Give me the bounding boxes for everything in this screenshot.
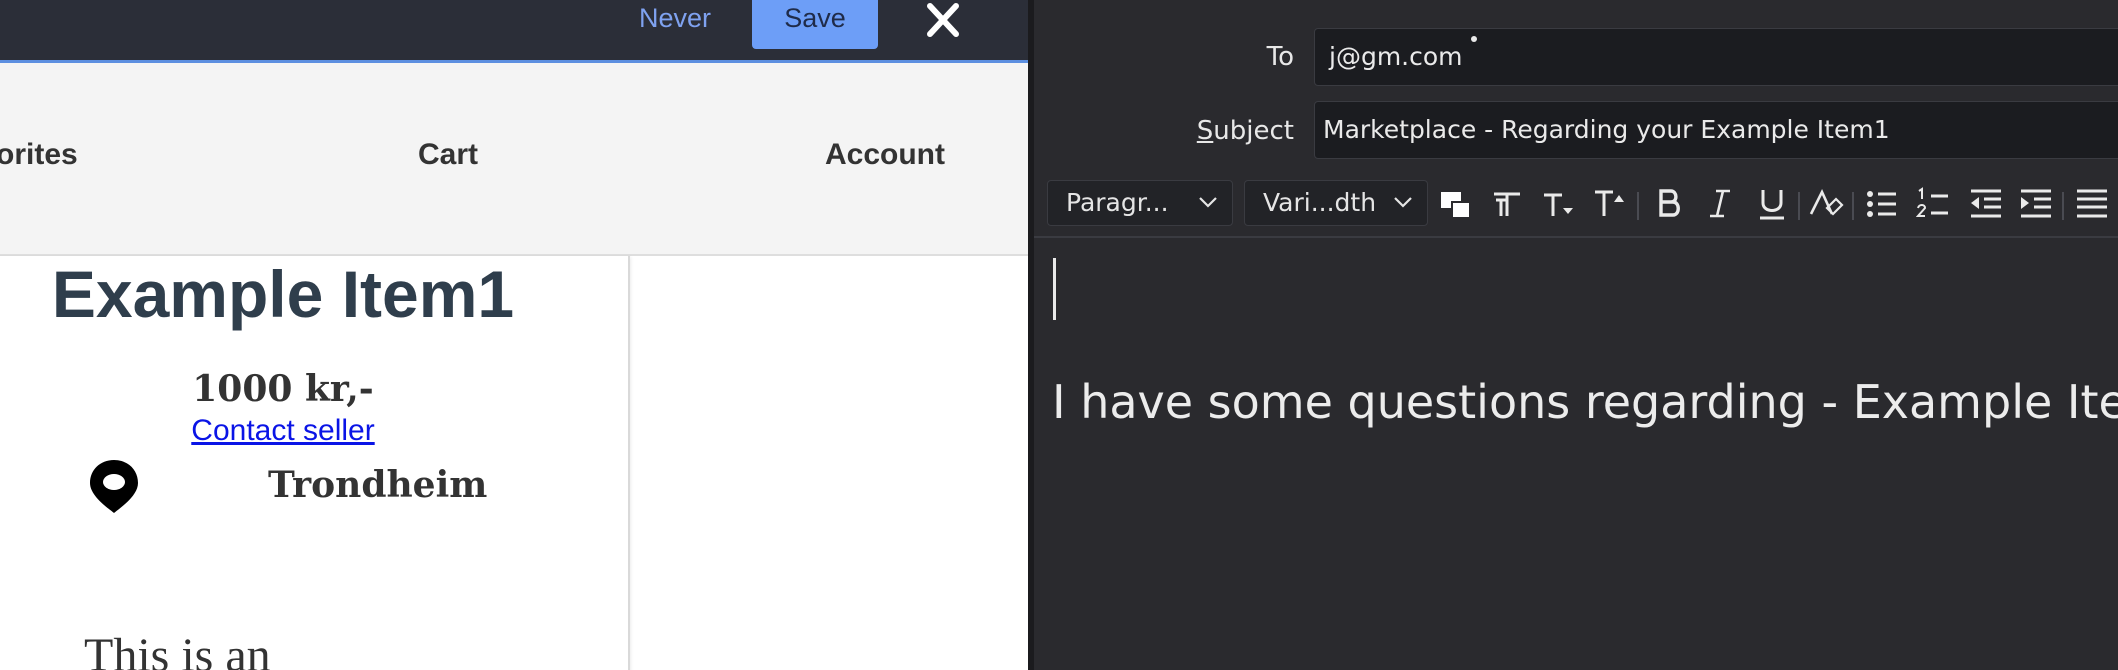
- nav-account[interactable]: Account: [825, 63, 945, 254]
- paragraph-style-select[interactable]: Paragr...: [1047, 180, 1233, 226]
- nav-favorites[interactable]: orites: [0, 63, 78, 254]
- italic-icon[interactable]: [1702, 186, 1738, 222]
- recipient-indicator-dot: [1471, 36, 1477, 42]
- toolbar-separator: [1798, 192, 1800, 220]
- font-size-icon[interactable]: [1490, 186, 1526, 222]
- underline-icon[interactable]: [1754, 186, 1790, 222]
- font-width-value: Vari...dth: [1263, 188, 1377, 217]
- bold-icon[interactable]: [1652, 186, 1688, 222]
- never-button[interactable]: Never: [628, 0, 722, 36]
- chevron-down-icon: [1394, 197, 1412, 208]
- clear-formatting-icon[interactable]: [1808, 186, 1844, 222]
- nav-cart[interactable]: Cart: [418, 63, 478, 254]
- map-pin-icon: [86, 458, 142, 514]
- text-caret: [1053, 258, 1056, 320]
- numbered-list-icon[interactable]: [1915, 186, 1952, 222]
- item-description: This is an: [84, 629, 271, 670]
- item-card: Example Item1 1000 kr,- Contact seller T…: [0, 256, 630, 670]
- save-button[interactable]: Save: [752, 0, 878, 49]
- contact-seller-link[interactable]: Contact seller: [0, 413, 584, 449]
- close-icon[interactable]: [920, 0, 972, 44]
- item-price: 1000 kr,-: [192, 368, 374, 410]
- email-composer: To j@gm.com Subject Marketplace - Regard…: [1034, 0, 2118, 670]
- toolbar-separator: [1852, 192, 1854, 220]
- color-icon[interactable]: [1438, 186, 1474, 222]
- site-nav: orites Cart Account: [0, 63, 1028, 256]
- message-body-text: I have some questions regarding - Exampl…: [1052, 375, 2118, 429]
- decrease-indent-icon[interactable]: [1968, 186, 2004, 222]
- item-title: Example Item1: [51, 257, 515, 331]
- format-toolbar: Paragr... Vari...dth: [1034, 172, 2118, 232]
- increase-font-size-icon[interactable]: [1592, 186, 1628, 222]
- toolbar-separator: [1637, 192, 1639, 220]
- bullet-list-icon[interactable]: [1864, 186, 1900, 222]
- subject-label-rest: ubject: [1213, 116, 1294, 146]
- to-label: To: [1266, 42, 1294, 72]
- subject-label-mnemonic: S: [1196, 116, 1214, 146]
- toolbar-separator: [2062, 192, 2064, 220]
- to-field[interactable]: j@gm.com: [1314, 28, 2118, 86]
- subject-field[interactable]: Marketplace - Regarding your Example Ite…: [1314, 101, 2118, 159]
- browser-window: Never Save orites Cart Account Example I…: [0, 0, 1028, 670]
- item-location: Trondheim: [268, 464, 488, 506]
- save-password-bar: Never Save: [0, 0, 1028, 63]
- chevron-down-icon: [1199, 197, 1217, 208]
- message-body-editor[interactable]: I have some questions regarding - Exampl…: [1034, 238, 2118, 670]
- increase-indent-icon[interactable]: [2018, 186, 2054, 222]
- subject-label: Subject: [1034, 116, 1294, 146]
- align-left-icon[interactable]: [2074, 186, 2110, 222]
- decrease-font-size-icon[interactable]: [1541, 186, 1577, 222]
- font-width-select[interactable]: Vari...dth: [1244, 180, 1428, 226]
- paragraph-style-value: Paragr...: [1066, 188, 1169, 217]
